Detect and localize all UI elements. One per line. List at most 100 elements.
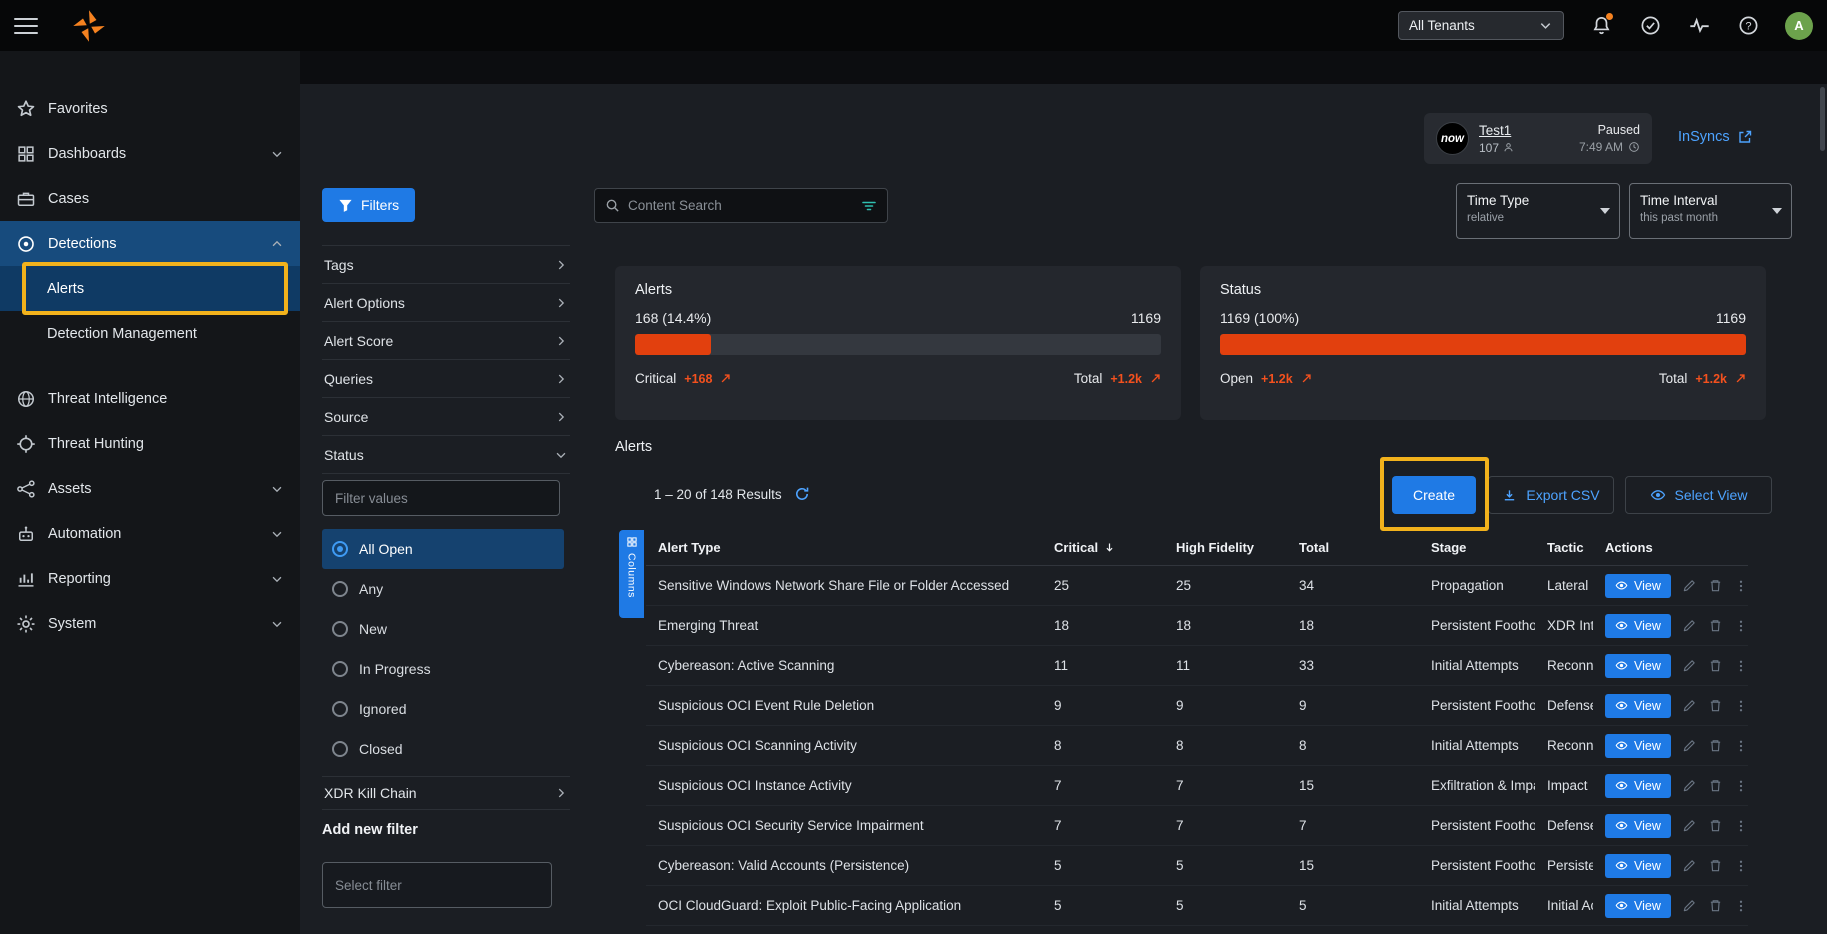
filter-group-status[interactable]: Status [322,436,570,474]
header-stage[interactable]: Stage [1419,540,1535,555]
time-interval-dropdown[interactable]: Time Interval this past month [1629,183,1792,239]
more-actions-icon[interactable] [1734,739,1748,753]
sidebar-item-system[interactable]: System [0,601,300,646]
table-row[interactable]: Emerging Threat 18 18 18 Persistent Foot… [646,606,1748,646]
delete-icon[interactable] [1708,578,1723,593]
sidebar-item-reporting[interactable]: Reporting [0,556,300,601]
delete-icon[interactable] [1708,618,1723,633]
select-filter-input[interactable] [322,862,552,908]
delete-icon[interactable] [1708,898,1723,913]
view-button[interactable]: View [1605,734,1671,758]
edit-icon[interactable] [1682,698,1697,713]
view-button[interactable]: View [1605,614,1671,638]
delete-icon[interactable] [1708,858,1723,873]
table-row[interactable]: Cybereason: Valid Accounts (Persistence)… [646,846,1748,886]
status-option-label: Any [359,581,383,597]
header-high-fidelity[interactable]: High Fidelity [1164,540,1287,555]
avatar[interactable]: A [1785,12,1813,40]
export-csv-button[interactable]: Export CSV [1488,476,1614,514]
more-actions-icon[interactable] [1734,659,1748,673]
table-row[interactable]: Cybereason: Active Scanning 11 11 33 Ini… [646,646,1748,686]
sidebar-item-assets[interactable]: Assets [0,466,300,511]
table-row[interactable]: Suspicious OCI Scanning Activity 8 8 8 I… [646,726,1748,766]
status-option-ignored[interactable]: Ignored [322,689,564,729]
edit-icon[interactable] [1682,898,1697,913]
notifications-bell-icon[interactable] [1589,14,1613,38]
more-actions-icon[interactable] [1734,899,1748,913]
view-button[interactable]: View [1605,654,1671,678]
create-button[interactable]: Create [1392,476,1476,514]
sidebar-item-threat-hunting[interactable]: Threat Hunting [0,421,300,466]
check-circle-icon[interactable] [1638,14,1662,38]
filter-group-source[interactable]: Source [322,398,570,436]
servicenow-widget[interactable]: now Test1 107 Paused 7:49 AM [1424,113,1652,164]
more-actions-icon[interactable] [1734,779,1748,793]
columns-tab[interactable]: Columns [619,530,644,618]
help-icon[interactable]: ? [1736,14,1760,38]
edit-icon[interactable] [1682,818,1697,833]
header-tactic[interactable]: Tactic [1535,540,1593,555]
status-option-new[interactable]: New [322,609,564,649]
filter-group-tags[interactable]: Tags [322,246,570,284]
filters-button[interactable]: Filters [322,188,415,222]
activity-pulse-icon[interactable] [1687,14,1711,38]
edit-icon[interactable] [1682,618,1697,633]
sidebar-item-detection-management[interactable]: Detection Management [0,311,300,356]
filter-group-alert-score[interactable]: Alert Score [322,322,570,360]
more-actions-icon[interactable] [1734,819,1748,833]
table-row[interactable]: OCI CloudGuard: Exploit Public-Facing Ap… [646,886,1748,926]
header-total[interactable]: Total [1287,540,1419,555]
sidebar-item-favorites[interactable]: Favorites [0,86,300,131]
sidebar-item-detections[interactable]: Detections [0,221,300,266]
status-option-closed[interactable]: Closed [322,729,564,769]
integration-name-link[interactable]: Test1 [1479,123,1514,138]
insyncs-link[interactable]: InSyncs [1678,129,1753,145]
status-option-in-progress[interactable]: In Progress [322,649,564,689]
table-row[interactable]: Suspicious OCI Security Service Impairme… [646,806,1748,846]
delete-icon[interactable] [1708,818,1723,833]
sidebar-item-threat-intelligence[interactable]: Threat Intelligence [0,376,300,421]
sidebar-item-dashboards[interactable]: Dashboards [0,131,300,176]
table-row[interactable]: Sensitive Windows Network Share File or … [646,566,1748,606]
edit-icon[interactable] [1682,578,1697,593]
filter-group-queries[interactable]: Queries [322,360,570,398]
content-search-input[interactable] [628,198,853,213]
table-row[interactable]: Suspicious OCI Event Rule Deletion 9 9 9… [646,686,1748,726]
edit-icon[interactable] [1682,858,1697,873]
more-actions-icon[interactable] [1734,619,1748,633]
filter-sort-icon[interactable] [861,198,877,214]
delete-icon[interactable] [1708,778,1723,793]
delete-icon[interactable] [1708,658,1723,673]
view-button[interactable]: View [1605,774,1671,798]
delete-icon[interactable] [1708,738,1723,753]
select-view-button[interactable]: Select View [1625,476,1772,514]
delete-icon[interactable] [1708,698,1723,713]
sidebar-item-automation[interactable]: Automation [0,511,300,556]
more-actions-icon[interactable] [1734,579,1748,593]
table-row[interactable]: Suspicious OCI Instance Activity 7 7 15 … [646,766,1748,806]
header-alert-type[interactable]: Alert Type [646,540,1042,555]
view-button[interactable]: View [1605,854,1671,878]
view-button[interactable]: View [1605,694,1671,718]
more-actions-icon[interactable] [1734,859,1748,873]
hamburger-menu-icon[interactable] [14,18,38,34]
view-button[interactable]: View [1605,574,1671,598]
sidebar-item-alerts[interactable]: Alerts [0,266,300,311]
status-option-any[interactable]: Any [322,569,564,609]
time-type-dropdown[interactable]: Time Type relative [1456,183,1620,239]
edit-icon[interactable] [1682,658,1697,673]
filter-group-xdr-kill-chain[interactable]: XDR Kill Chain [322,776,570,810]
status-option-all-open[interactable]: All Open [322,529,564,569]
filter-values-input[interactable] [322,480,560,516]
more-actions-icon[interactable] [1734,699,1748,713]
view-button[interactable]: View [1605,814,1671,838]
scrollbar-thumb[interactable] [1820,87,1825,151]
tenant-selector[interactable]: All Tenants [1398,11,1564,40]
header-critical[interactable]: Critical [1042,540,1164,555]
refresh-icon[interactable] [794,486,810,502]
edit-icon[interactable] [1682,778,1697,793]
view-button[interactable]: View [1605,894,1671,918]
filter-group-alert-options[interactable]: Alert Options [322,284,570,322]
edit-icon[interactable] [1682,738,1697,753]
sidebar-item-cases[interactable]: Cases [0,176,300,221]
